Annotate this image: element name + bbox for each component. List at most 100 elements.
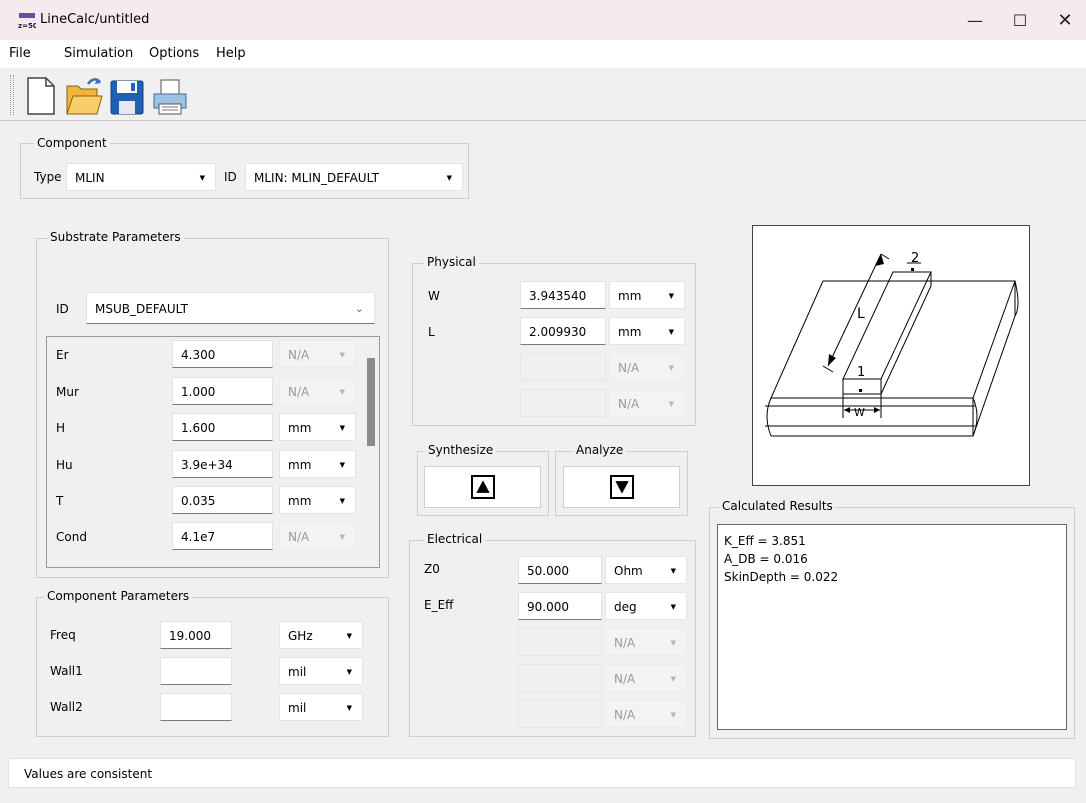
- component-param-value[interactable]: [160, 657, 232, 685]
- new-file-icon[interactable]: [22, 74, 62, 118]
- physical-unit-select[interactable]: mm ▼: [609, 281, 685, 309]
- chevron-down-icon: ▼: [670, 675, 676, 683]
- electrical-param-value: [518, 664, 602, 692]
- substrate-param-value[interactable]: 1.600: [172, 413, 273, 441]
- microstrip-drawing: L W 1 2: [765, 251, 1019, 437]
- status-text: Values are consistent: [24, 767, 153, 781]
- physical-param-value: [520, 389, 606, 417]
- results-group-label: Calculated Results: [719, 499, 836, 513]
- physical-param-value[interactable]: 3.943540: [520, 281, 606, 309]
- arrow-down-icon: [609, 475, 634, 499]
- electrical-unit-select-value: Ohm: [614, 564, 643, 578]
- physical-param-value[interactable]: 2.009930: [520, 317, 606, 345]
- electrical-param-value[interactable]: 90.000: [518, 592, 602, 620]
- substrate-param-value[interactable]: 4.300: [172, 340, 273, 368]
- menu-help[interactable]: Help: [216, 46, 246, 61]
- substrate-unit-select[interactable]: N/A ▼: [279, 340, 356, 368]
- substrate-unit-select[interactable]: N/A ▼: [279, 522, 356, 550]
- open-folder-icon[interactable]: [64, 74, 104, 118]
- analyze-button[interactable]: [563, 466, 680, 508]
- substrate-unit-select[interactable]: mm ▼: [279, 450, 356, 478]
- app-icon: z=50: [18, 13, 36, 30]
- chevron-down-icon: ▼: [346, 668, 352, 676]
- result-line: A_DB = 0.016: [724, 552, 808, 566]
- substrate-param-value[interactable]: 0.035: [172, 486, 273, 514]
- menu-options[interactable]: Options: [149, 46, 199, 61]
- electrical-param-name: E_Eff: [424, 598, 454, 612]
- substrate-unit-select[interactable]: mm ▼: [279, 413, 356, 441]
- print-icon[interactable]: [150, 74, 190, 118]
- chevron-down-icon: ▼: [670, 639, 676, 647]
- electrical-unit-select-value: N/A: [614, 636, 636, 650]
- component-id-select[interactable]: MLIN: MLIN_DEFAULT ▼: [245, 163, 463, 191]
- substrate-param-value[interactable]: 3.9e+34: [172, 450, 273, 478]
- physical-unit-select[interactable]: N/A ▼: [609, 353, 685, 381]
- physical-param-value: [520, 353, 606, 381]
- menu-file[interactable]: File: [9, 46, 31, 61]
- substrate-unit-select[interactable]: N/A ▼: [279, 377, 356, 405]
- substrate-param-name: Er: [56, 348, 69, 362]
- component-param-value[interactable]: [160, 693, 232, 721]
- electrical-param-value: [518, 700, 602, 728]
- save-disk-icon[interactable]: [107, 74, 147, 118]
- component-unit-select[interactable]: mil ▼: [279, 693, 363, 721]
- chevron-down-icon: ▼: [446, 174, 452, 182]
- component-unit-select-value: mil: [288, 665, 307, 679]
- chevron-down-icon: ▼: [670, 567, 676, 575]
- chevron-down-icon: ▼: [668, 328, 674, 336]
- chevron-down-icon: ▼: [668, 364, 674, 372]
- component-param-value[interactable]: 19.000: [160, 621, 232, 649]
- electrical-unit-select[interactable]: N/A ▼: [605, 628, 687, 656]
- synthesize-button[interactable]: [424, 466, 541, 508]
- chevron-down-icon: ▼: [339, 497, 345, 505]
- synthesize-label: Synthesize: [425, 443, 497, 457]
- component-unit-select[interactable]: mil ▼: [279, 657, 363, 685]
- substrate-unit-select[interactable]: mm ▼: [279, 486, 356, 514]
- chevron-down-icon: ▼: [339, 424, 345, 432]
- scrollbar-thumb[interactable]: [367, 358, 375, 446]
- substrate-param-name: T: [56, 494, 64, 508]
- substrate-group-label: Substrate Parameters: [47, 230, 184, 244]
- arrow-up-icon: [470, 475, 495, 499]
- electrical-unit-select[interactable]: N/A ▼: [605, 700, 687, 728]
- electrical-unit-select[interactable]: Ohm ▼: [605, 556, 687, 584]
- svg-text:z=50: z=50: [18, 22, 36, 30]
- substrate-param-value[interactable]: 4.1e7: [172, 522, 273, 550]
- chevron-down-icon: ▼: [339, 351, 345, 359]
- electrical-unit-select-value: N/A: [614, 708, 636, 722]
- microstrip-diagram: L W 1 2: [752, 225, 1030, 486]
- substrate-id-select[interactable]: MSUB_DEFAULT ⌄: [86, 292, 375, 324]
- physical-unit-select[interactable]: N/A ▼: [609, 389, 685, 417]
- substrate-unit-select-value: N/A: [288, 530, 310, 544]
- component-id-value: MLIN: MLIN_DEFAULT: [254, 171, 379, 185]
- chevron-down-icon: ▼: [339, 388, 345, 396]
- close-icon[interactable]: ✕: [1045, 8, 1085, 34]
- menu-simulation[interactable]: Simulation: [64, 46, 133, 61]
- result-line: K_Eff = 3.851: [724, 534, 806, 548]
- substrate-unit-select-value: N/A: [288, 385, 310, 399]
- result-line: SkinDepth = 0.022: [724, 570, 839, 584]
- electrical-unit-select[interactable]: N/A ▼: [605, 664, 687, 692]
- maximize-icon[interactable]: ☐: [1000, 8, 1040, 34]
- physical-unit-select-value: N/A: [618, 361, 640, 375]
- component-unit-select[interactable]: GHz ▼: [279, 621, 363, 649]
- electrical-param-value[interactable]: 50.000: [518, 556, 602, 584]
- results-textbox[interactable]: K_Eff = 3.851 A_DB = 0.016 SkinDepth = 0.0…: [717, 524, 1067, 730]
- toolbar-grip[interactable]: [10, 75, 14, 115]
- substrate-param-name: Mur: [56, 385, 79, 399]
- id-label: ID: [224, 170, 237, 184]
- physical-param-name: W: [428, 289, 440, 303]
- chevron-down-icon: ▼: [670, 711, 676, 719]
- type-label: Type: [34, 170, 62, 184]
- chevron-down-icon: ▼: [668, 292, 674, 300]
- chevron-down-icon: ⌄: [354, 302, 364, 315]
- substrate-id-label: ID: [56, 302, 69, 316]
- physical-unit-select-value: mm: [618, 289, 642, 303]
- substrate-param-name: H: [56, 421, 66, 435]
- physical-unit-select[interactable]: mm ▼: [609, 317, 685, 345]
- type-select[interactable]: MLIN ▼: [66, 163, 216, 191]
- substrate-id-value: MSUB_DEFAULT: [95, 302, 188, 316]
- electrical-unit-select[interactable]: deg ▼: [605, 592, 687, 620]
- substrate-param-value[interactable]: 1.000: [172, 377, 273, 405]
- minimize-icon[interactable]: —: [955, 8, 995, 34]
